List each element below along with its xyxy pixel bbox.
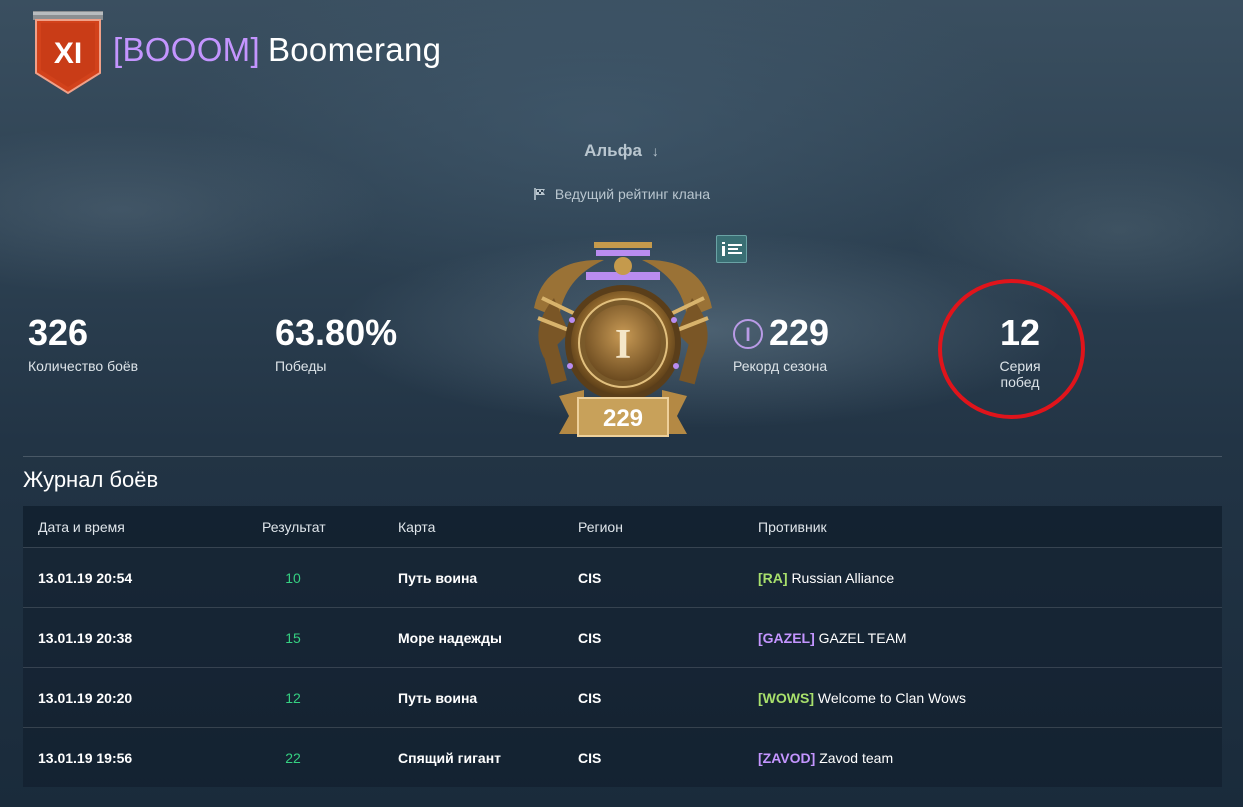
stat-battles: 326 Количество боёв	[28, 312, 139, 375]
battle-log-table: Дата и время Результат Карта Регион Прот…	[23, 506, 1222, 787]
row-map: Путь воина	[398, 689, 478, 706]
league-selector[interactable]: Альфа ↓	[0, 141, 1243, 161]
column-header-map[interactable]: Карта	[398, 519, 435, 535]
row-date: 13.01.19 20:20	[38, 689, 133, 706]
record-label: Рекорд сезона	[733, 358, 828, 374]
opponent-name: GAZEL TEAM	[818, 629, 907, 646]
record-value: 229	[769, 312, 830, 353]
stat-season-record: I 229 Рекорд сезона	[733, 313, 829, 374]
emblem-league-numeral: I	[615, 322, 631, 368]
row-opponent[interactable]: [WOWS] Welcome to Clan Wows	[758, 690, 966, 706]
row-result: 22	[285, 749, 301, 766]
wins-value: 63.80%	[275, 312, 398, 353]
opponent-tag: [WOWS]	[758, 689, 814, 706]
row-opponent[interactable]: [ZAVOD] Zavod team	[758, 750, 893, 766]
row-map: Путь воина	[398, 569, 478, 586]
battle-log-title: Журнал боёв	[23, 467, 159, 492]
opponent-name: Zavod team	[819, 749, 894, 766]
clan-division-label: XI	[54, 37, 82, 70]
emblem-rating: 229	[603, 405, 643, 432]
row-date: 13.01.19 19:56	[38, 749, 133, 766]
section-divider	[23, 456, 1222, 457]
opponent-tag: [GAZEL]	[758, 629, 815, 646]
clan-tag: [BOOOM]	[113, 31, 260, 68]
row-region: CIS	[578, 749, 602, 766]
stat-wins: 63.80% Победы	[275, 312, 398, 375]
opponent-tag: [RA]	[758, 569, 788, 586]
row-date: 13.01.19 20:54	[38, 569, 133, 586]
table-row[interactable]: 13.01.19 20:54 10 Путь воина CIS [RA] Ru…	[23, 547, 1222, 607]
league-emblem: I 229	[534, 242, 712, 437]
row-date: 13.01.19 20:38	[38, 629, 133, 646]
wins-label: Победы	[275, 358, 327, 374]
row-opponent[interactable]: [RA] Russian Alliance	[758, 570, 894, 586]
row-region: CIS	[578, 629, 602, 646]
battle-log-header: Дата и время Результат Карта Регион Прот…	[23, 506, 1222, 547]
info-list-icon	[721, 242, 742, 256]
row-region: CIS	[578, 689, 602, 706]
row-opponent[interactable]: [GAZEL] GAZEL TEAM	[758, 630, 907, 646]
opponent-tag: [ZAVOD]	[758, 749, 816, 766]
column-header-date[interactable]: Дата и время	[38, 519, 125, 535]
row-result: 10	[285, 569, 301, 586]
battles-label: Количество боёв	[28, 358, 139, 374]
row-result: 12	[285, 689, 301, 706]
opponent-name: Russian Alliance	[791, 569, 895, 586]
column-header-opponent[interactable]: Противник	[758, 519, 827, 535]
column-header-region[interactable]: Регион	[578, 519, 623, 535]
row-result: 15	[285, 629, 301, 646]
league-name: Альфа	[584, 141, 642, 160]
row-map: Море надежды	[398, 629, 502, 646]
arrow-down-icon: ↓	[651, 143, 659, 159]
opponent-name: Welcome to Clan Wows	[817, 689, 966, 706]
clan-division-badge: XI	[33, 11, 103, 95]
leading-rating-text: Ведущий рейтинг клана	[554, 186, 711, 202]
row-map: Спящий гигант	[398, 749, 502, 766]
table-row[interactable]: 13.01.19 19:56 22 Спящий гигант CIS [ZAV…	[23, 727, 1222, 787]
table-row[interactable]: 13.01.19 20:38 15 Море надежды CIS [GAZE…	[23, 607, 1222, 667]
league-info-button[interactable]	[716, 235, 747, 263]
record-league-numeral: I	[733, 319, 763, 349]
row-region: CIS	[578, 569, 602, 586]
battles-value: 326	[28, 312, 89, 353]
table-row[interactable]: 13.01.19 20:20 12 Путь воина CIS [WOWS] …	[23, 667, 1222, 727]
clan-name: Boomerang	[267, 31, 442, 68]
column-header-result[interactable]: Результат	[262, 519, 326, 535]
leading-rating-note: Ведущий рейтинг клана	[0, 186, 1243, 202]
flag-icon	[534, 188, 545, 200]
highlight-circle-annotation	[938, 279, 1085, 419]
clan-title: [BOOOM] Boomerang	[113, 30, 441, 70]
